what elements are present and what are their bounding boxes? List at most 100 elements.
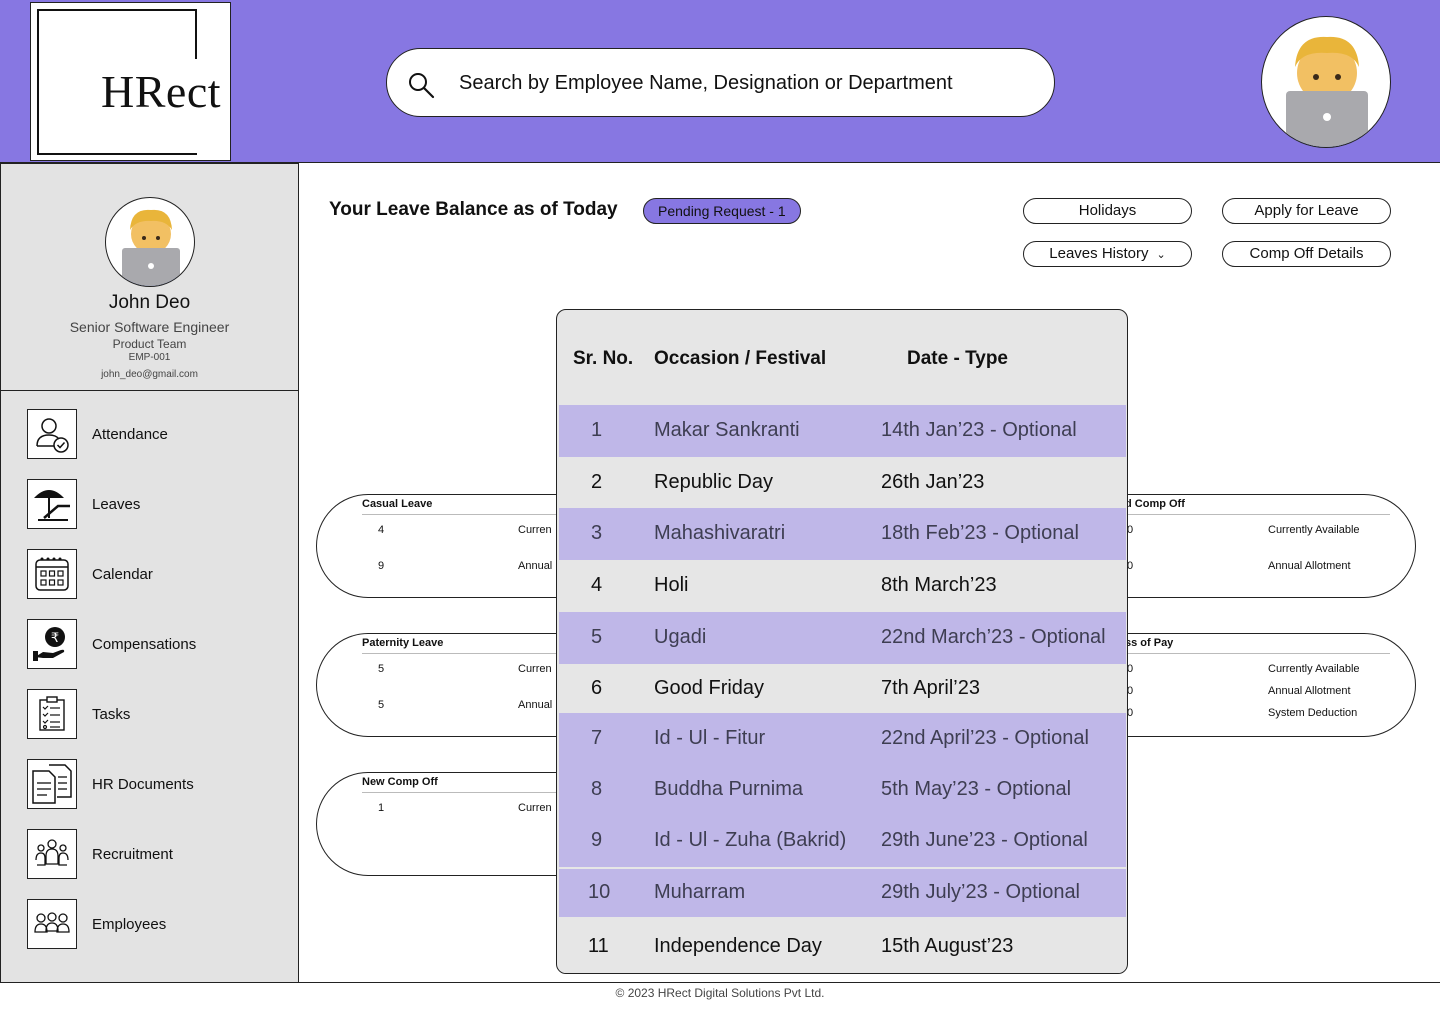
sidebar-item-label: Attendance — [92, 425, 168, 443]
pending-request-badge[interactable]: Pending Request - 1 — [643, 198, 801, 224]
beach-umbrella-icon — [27, 479, 77, 529]
holiday-row[interactable]: 1 Makar Sankranti 14th Jan’23 - Optional — [559, 405, 1126, 457]
sidebar-item-tasks[interactable]: Tasks — [27, 688, 287, 740]
column-header-date-type: Date - Type — [907, 348, 1009, 369]
sidebar-item-label: Leaves — [92, 495, 141, 513]
holiday-occasion: Muharram — [654, 881, 746, 903]
clipboard-checklist-icon — [27, 689, 77, 739]
card-divider — [1125, 653, 1390, 654]
holiday-occasion: Mahashivaratri — [654, 522, 786, 544]
logo-frame-edge — [195, 9, 197, 59]
holiday-occasion: Id - Ul - Fitur — [654, 727, 766, 749]
holiday-sr-no: 7 — [591, 727, 603, 749]
sidebar-item-compensations[interactable]: ₹ Compensations — [27, 618, 287, 670]
card-label: Annual — [518, 699, 553, 711]
search-input[interactable] — [459, 67, 1029, 99]
card-label: Curren — [518, 524, 552, 536]
holiday-row[interactable]: 8 Buddha Purnima 5th May’23 - Optional — [559, 765, 1126, 815]
card-value: 5 — [378, 663, 385, 675]
sidebar-item-hr-documents[interactable]: HR Documents — [27, 758, 287, 810]
top-header: HRect — [0, 0, 1440, 163]
holiday-date-type: 15th August’23 — [881, 935, 1014, 957]
leaves-history-dropdown[interactable]: Leaves History ⌄ — [1023, 241, 1192, 267]
holiday-occasion: Id - Ul - Zuha (Bakrid) — [654, 829, 847, 851]
apply-leave-button[interactable]: Apply for Leave — [1222, 198, 1391, 224]
documents-icon — [27, 759, 77, 809]
holiday-row[interactable]: 7 Id - Ul - Fitur 22nd April’23 - Optional — [559, 713, 1126, 765]
card-title: ss of Pay — [1125, 637, 1174, 649]
profile-team: Product Team — [112, 337, 187, 351]
sidebar-item-calendar[interactable]: Calendar — [27, 548, 287, 600]
holiday-occasion: Republic Day — [654, 471, 773, 493]
card-label: System Deduction — [1268, 707, 1358, 719]
profile-role: Senior Software Engineer — [69, 319, 230, 335]
holiday-date-type: 7th April’23 — [881, 677, 980, 699]
page-title: Your Leave Balance as of Today — [329, 199, 618, 220]
holiday-date-type: 22nd April’23 - Optional — [881, 727, 1089, 749]
sidebar-item-leaves[interactable]: Leaves — [27, 478, 287, 530]
comp-off-details-button[interactable]: Comp Off Details — [1222, 241, 1391, 267]
holiday-row[interactable]: 2 Republic Day 26th Jan’23 — [559, 457, 1126, 508]
sidebar-item-label: Tasks — [92, 705, 131, 723]
profile-name: John Deo — [108, 292, 191, 313]
card-title: Casual Leave — [362, 498, 433, 510]
brand-logo[interactable]: HRect — [30, 2, 231, 161]
holiday-occasion: Makar Sankranti — [654, 419, 800, 441]
holiday-occasion: Independence Day — [654, 935, 822, 957]
sidebar: John Deo Senior Software Engineer Produc… — [0, 163, 299, 983]
holiday-sr-no: 3 — [591, 522, 603, 544]
holiday-occasion: Good Friday — [654, 677, 765, 699]
holiday-row[interactable]: 6 Good Friday 7th April’23 — [559, 664, 1126, 713]
sidebar-item-attendance[interactable]: Attendance — [27, 408, 287, 460]
holiday-row[interactable]: 9 Id - Ul - Zuha (Bakrid) 29th June’23 - O… — [559, 815, 1126, 867]
holidays-button[interactable]: Holidays — [1023, 198, 1192, 224]
holiday-row[interactable]: 3 Mahashivaratri 18th Feb’23 - Optional — [559, 508, 1126, 560]
holiday-sr-no: 4 — [591, 574, 603, 596]
search-bar[interactable] — [386, 48, 1055, 117]
holiday-row[interactable]: 10 Muharram 29th July’23 - Optional — [559, 869, 1126, 917]
sidebar-item-recruitment[interactable]: Recruitment — [27, 828, 287, 880]
search-icon[interactable] — [407, 71, 435, 99]
holiday-sr-no: 9 — [591, 829, 603, 851]
logo-text: HRect — [101, 66, 222, 117]
svg-text:₹: ₹ — [51, 631, 59, 646]
user-check-icon — [27, 409, 77, 459]
user-avatar-icon — [122, 209, 180, 286]
holiday-date-type: 26th Jan’23 — [881, 471, 985, 493]
holiday-occasion: Holi — [654, 574, 689, 596]
holiday-sr-no: 8 — [591, 778, 603, 800]
header-avatar[interactable] — [1261, 16, 1391, 148]
card-value: 5 — [378, 699, 385, 711]
holiday-row[interactable]: 11 Independence Day 15th August’23 — [559, 919, 1126, 973]
holiday-row[interactable]: 4 Holi 8th March’23 — [559, 560, 1126, 612]
card-label: Currently Available — [1268, 524, 1360, 536]
holiday-date-type: 22nd March’23 - Optional — [881, 626, 1106, 648]
column-header-sr-no: Sr. No. — [573, 348, 634, 369]
employees-icon — [27, 899, 77, 949]
holiday-date-type: 18th Feb’23 - Optional — [881, 522, 1079, 544]
card-title: Paternity Leave — [362, 637, 444, 649]
people-group-icon — [27, 829, 77, 879]
profile-avatar[interactable] — [105, 197, 195, 287]
card-label: Currently Available — [1268, 663, 1360, 675]
sidebar-item-label: HR Documents — [92, 775, 194, 793]
holiday-sr-no: 10 — [588, 881, 611, 903]
card-label: Annual — [518, 560, 553, 572]
footer-divider — [0, 982, 1440, 983]
sidebar-item-label: Recruitment — [92, 845, 173, 863]
holiday-date-type: 29th July’23 - Optional — [881, 881, 1081, 903]
holiday-sr-no: 2 — [591, 471, 603, 493]
user-avatar-icon — [1286, 36, 1368, 147]
card-divider — [1125, 514, 1390, 515]
rupee-hand-icon: ₹ — [27, 619, 77, 669]
holiday-row[interactable]: 5 Ugadi 22nd March’23 - Optional — [559, 612, 1126, 664]
card-label: Curren — [518, 802, 552, 814]
sidebar-item-label: Employees — [92, 915, 167, 933]
holiday-sr-no: 11 — [588, 935, 609, 957]
card-value: 1 — [378, 802, 385, 814]
profile-emp-id: EMP-001 — [128, 352, 171, 363]
holidays-modal: Sr. No. Occasion / Festival Date - Type … — [556, 309, 1128, 974]
sidebar-item-employees[interactable]: Employees — [27, 898, 287, 950]
leaves-history-label: Leaves History — [1049, 245, 1149, 262]
card-label: Annual Allotment — [1268, 685, 1351, 697]
